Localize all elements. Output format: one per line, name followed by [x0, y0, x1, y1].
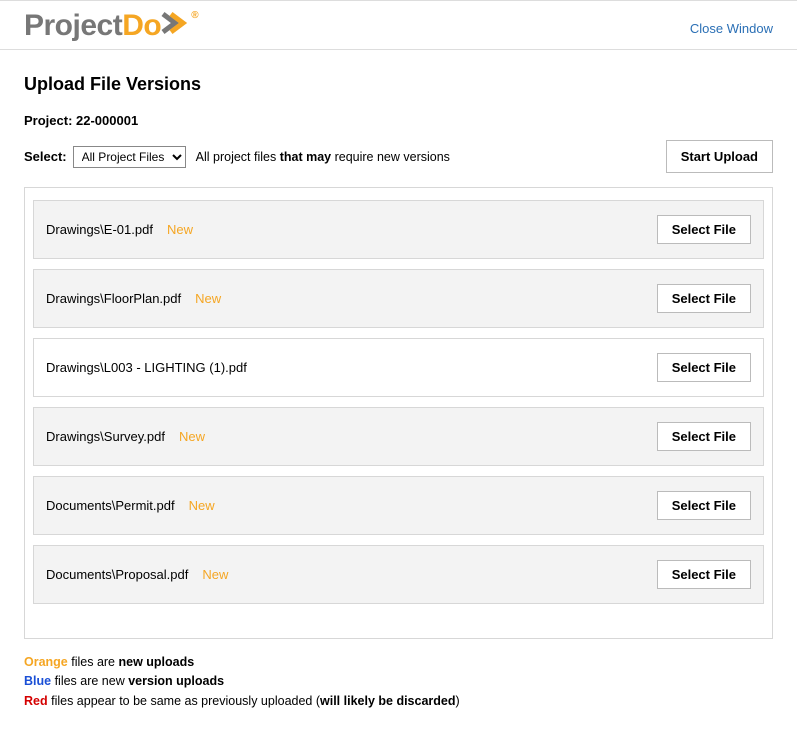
- file-row-left: Drawings\L003 - LIGHTING (1).pdf: [46, 360, 247, 375]
- select-file-button[interactable]: Select File: [657, 422, 751, 451]
- file-row: Documents\Permit.pdf New Select File: [33, 476, 764, 535]
- file-name: Drawings\L003 - LIGHTING (1).pdf: [46, 360, 247, 375]
- new-badge: New: [202, 567, 228, 582]
- file-list-panel: Drawings\E-01.pdf New Select File Drawin…: [24, 187, 773, 639]
- file-row-left: Drawings\E-01.pdf New: [46, 222, 193, 237]
- file-row-left: Drawings\Survey.pdf New: [46, 429, 205, 444]
- legend-line-orange: Orange files are new uploads: [24, 653, 773, 672]
- header-bar: ProjectDo ® Close Window: [0, 0, 797, 50]
- new-badge: New: [195, 291, 221, 306]
- select-file-button[interactable]: Select File: [657, 284, 751, 313]
- file-row: Drawings\L003 - LIGHTING (1).pdf Select …: [33, 338, 764, 397]
- logo-text-1: Project: [24, 9, 122, 42]
- select-file-button[interactable]: Select File: [657, 560, 751, 589]
- app-logo: ProjectDo ®: [24, 11, 198, 41]
- select-file-button[interactable]: Select File: [657, 215, 751, 244]
- select-file-button[interactable]: Select File: [657, 491, 751, 520]
- legend-line-red: Red files appear to be same as previousl…: [24, 692, 773, 711]
- legend-line-blue: Blue files are new version uploads: [24, 672, 773, 691]
- file-row: Drawings\Survey.pdf New Select File: [33, 407, 764, 466]
- logo-x-icon: [161, 11, 189, 35]
- legend: Orange files are new uploads Blue files …: [24, 653, 773, 711]
- main-content: Upload File Versions Project: 22-000001 …: [0, 50, 797, 731]
- logo-registered: ®: [191, 10, 198, 21]
- start-upload-button[interactable]: Start Upload: [666, 140, 773, 173]
- select-file-button[interactable]: Select File: [657, 353, 751, 382]
- project-line: Project: 22-000001: [24, 113, 773, 128]
- controls-left: Select: All Project Files All project fi…: [24, 146, 450, 168]
- file-name: Documents\Permit.pdf: [46, 498, 175, 513]
- filter-hint: All project files that may require new v…: [196, 150, 450, 164]
- file-name: Documents\Proposal.pdf: [46, 567, 188, 582]
- file-row: Documents\Proposal.pdf New Select File: [33, 545, 764, 604]
- file-filter-dropdown[interactable]: All Project Files: [73, 146, 186, 168]
- file-row-left: Drawings\FloorPlan.pdf New: [46, 291, 221, 306]
- file-row-left: Documents\Proposal.pdf New: [46, 567, 228, 582]
- new-badge: New: [167, 222, 193, 237]
- new-badge: New: [189, 498, 215, 513]
- file-name: Drawings\FloorPlan.pdf: [46, 291, 181, 306]
- file-name: Drawings\Survey.pdf: [46, 429, 165, 444]
- project-label: Project:: [24, 113, 76, 128]
- file-name: Drawings\E-01.pdf: [46, 222, 153, 237]
- page-title: Upload File Versions: [24, 74, 773, 95]
- file-row: Drawings\E-01.pdf New Select File: [33, 200, 764, 259]
- file-row-left: Documents\Permit.pdf New: [46, 498, 215, 513]
- select-label: Select:: [24, 149, 67, 164]
- close-window-link[interactable]: Close Window: [690, 21, 773, 36]
- logo-text-2: Do: [122, 9, 161, 42]
- new-badge: New: [179, 429, 205, 444]
- project-value: 22-000001: [76, 113, 138, 128]
- controls-row: Select: All Project Files All project fi…: [24, 140, 773, 173]
- file-row: Drawings\FloorPlan.pdf New Select File: [33, 269, 764, 328]
